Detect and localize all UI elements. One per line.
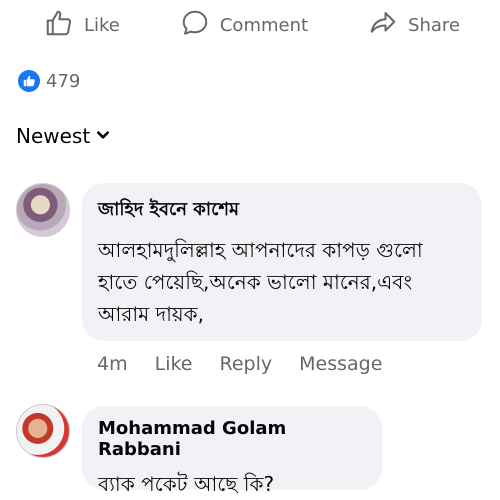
reaction-count: 479	[46, 70, 81, 92]
comment-bubble: জাহিদ ইবনে কাশেম আলহামদুলিল্লাহ আপনাদের …	[82, 183, 482, 341]
share-button-label: Share	[408, 14, 460, 36]
like-button[interactable]: Like	[44, 8, 120, 43]
comment-actions: 4m Like Reply Message	[97, 353, 382, 375]
reaction-summary[interactable]: 479	[18, 70, 80, 92]
share-button[interactable]: Share	[368, 8, 460, 43]
chevron-down-icon	[96, 127, 110, 146]
speech-bubble-icon	[180, 8, 210, 43]
comment-bubble: Mohammad Golam Rabbani ব্যাক পকেট আছে কি…	[82, 406, 382, 496]
sort-label: Newest	[16, 124, 91, 148]
comment-button[interactable]: Comment	[180, 8, 308, 43]
comment-timestamp[interactable]: 4m	[97, 353, 128, 375]
comment-message-button[interactable]: Message	[299, 353, 382, 375]
comment-sort-dropdown[interactable]: Newest	[16, 124, 110, 148]
like-button-label: Like	[84, 14, 120, 36]
comment-text: আলহামদুলিল্লাহ আপনাদের কাপড় গুলো হাতে প…	[98, 238, 423, 326]
comment-author[interactable]: Mohammad Golam Rabbani	[98, 418, 366, 460]
comment-text: ব্যাক পকেট আছে কি?	[98, 472, 275, 496]
comment-like-button[interactable]: Like	[155, 353, 193, 375]
thumbs-up-icon	[44, 8, 74, 43]
thumbs-up-icon	[18, 70, 40, 92]
avatar[interactable]	[16, 183, 70, 237]
avatar[interactable]	[16, 404, 70, 458]
post-action-bar: Like Comment Share	[0, 8, 500, 42]
comment-author[interactable]: জাহিদ ইবনে কাশেম	[98, 195, 466, 226]
comment-reply-button[interactable]: Reply	[220, 353, 273, 375]
share-arrow-icon	[368, 8, 398, 43]
comment-button-label: Comment	[219, 14, 309, 36]
